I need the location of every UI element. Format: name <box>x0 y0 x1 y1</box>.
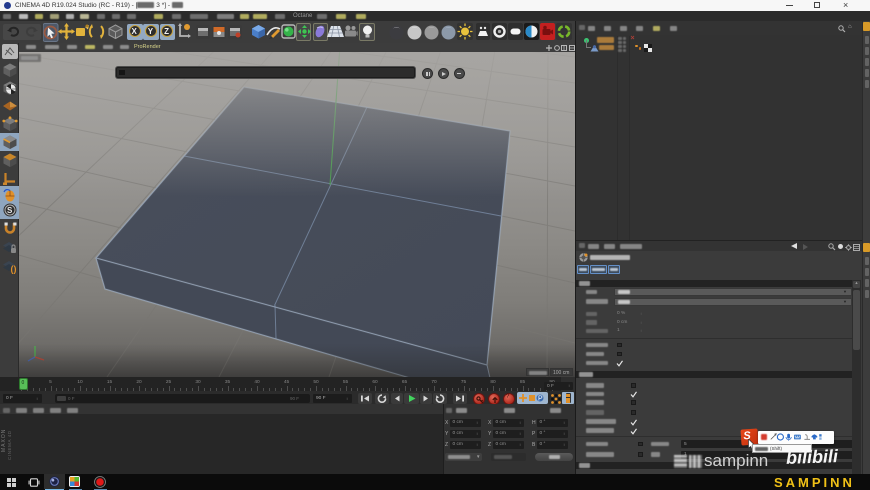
svg-text:S: S <box>7 206 13 215</box>
svg-text:P: P <box>538 396 543 403</box>
svg-text:(): () <box>11 264 17 274</box>
